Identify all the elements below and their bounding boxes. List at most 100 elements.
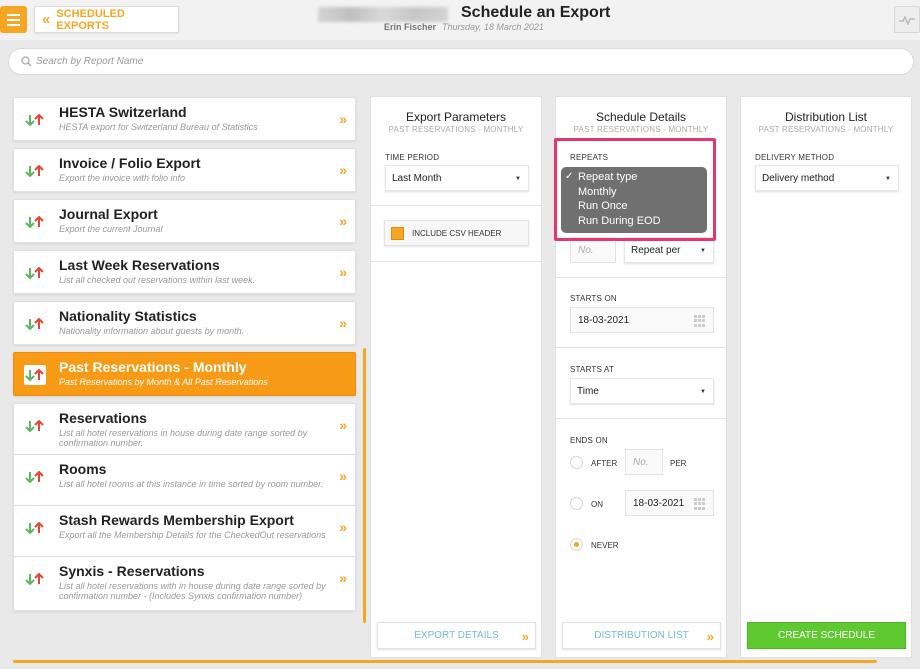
caret-down-icon: ▼	[885, 176, 891, 182]
double-chevron-right-icon: »	[339, 519, 347, 535]
ends-never-radio[interactable]	[570, 538, 583, 551]
double-chevron-right-icon: »	[339, 111, 347, 127]
horizontal-scrollbar[interactable]	[13, 660, 877, 663]
checkmark-icon: ✓	[565, 171, 574, 182]
ends-on-date-input[interactable]: 18-03-2021	[625, 490, 714, 516]
report-item[interactable]: Invoice / Folio Export Export the invoice…	[13, 148, 356, 192]
report-description: Export the invoice with folio info	[59, 173, 186, 183]
report-description: List all hotel reservations with in hous…	[59, 581, 326, 601]
starts-on-date-input[interactable]: 18-03-2021	[570, 307, 714, 333]
report-item[interactable]: Journal Export Export the current Journal…	[13, 199, 356, 243]
delivery-method-select[interactable]: Delivery method ▼	[755, 165, 899, 191]
time-period-label: TIME PERIOD	[385, 153, 440, 162]
report-name: Synxis - Reservations	[59, 563, 205, 579]
calendar-icon[interactable]	[694, 498, 707, 510]
report-description: Past Reservations by Month & All Past Re…	[59, 377, 268, 387]
distribution-list-button[interactable]: DISTRIBUTION LIST »	[562, 622, 721, 649]
search-icon	[21, 56, 32, 67]
double-chevron-right-icon: »	[339, 468, 347, 484]
report-description: HESTA export for Switzerland Bureau of S…	[59, 122, 258, 132]
create-schedule-button[interactable]: CREATE SCHEDULE	[747, 622, 906, 649]
panel-title: Export Parameters	[405, 110, 507, 124]
starts-on-label: STARTS ON	[570, 294, 617, 303]
page-title: Schedule an Export	[461, 4, 611, 21]
repeat-option[interactable]: Run Once	[561, 199, 707, 214]
delivery-method-label: DELIVERY METHOD	[755, 153, 835, 162]
divider	[556, 277, 726, 278]
search-bar[interactable]	[8, 48, 914, 75]
panel-subtitle: PAST RESERVATIONS - MONTHLY	[573, 125, 709, 134]
double-chevron-right-icon: »	[339, 570, 347, 586]
export-details-button[interactable]: EXPORT DETAILS »	[377, 622, 536, 649]
panel-title: Schedule Details	[595, 110, 687, 124]
per-label: PER	[670, 459, 687, 468]
scheduled-exports-back-button[interactable]: « SCHEDULED EXPORTS	[34, 6, 179, 33]
calendar-icon[interactable]	[694, 315, 707, 327]
report-item[interactable]: Past Reservations - Monthly Past Reservat…	[13, 352, 356, 396]
distribution-list-panel: Distribution List PAST RESERVATIONS - MO…	[740, 96, 912, 658]
report-item[interactable]: HESTA Switzerland HESTA export for Switze…	[13, 97, 356, 141]
sort-arrows-icon	[25, 470, 47, 484]
ends-after-radio[interactable]	[570, 456, 583, 469]
repeat-option[interactable]: Run During EOD	[561, 214, 707, 229]
after-label: AFTER	[591, 459, 618, 468]
search-input[interactable]	[36, 56, 836, 67]
list-scrollbar[interactable]	[363, 348, 366, 623]
report-name: Journal Export	[59, 206, 158, 222]
panel-title: Distribution List	[784, 110, 868, 124]
divider	[371, 205, 541, 206]
caret-down-icon: ▼	[515, 176, 521, 182]
ends-on-radio[interactable]	[570, 497, 583, 510]
sort-arrows-icon	[25, 317, 47, 331]
double-chevron-right-icon: »	[339, 213, 347, 229]
repeat-type-dropdown[interactable]: ✓ Repeat type Monthly Run Once Run During…	[561, 167, 707, 233]
menu-icon[interactable]	[0, 6, 27, 33]
divider	[556, 418, 726, 419]
sort-arrows-icon	[24, 365, 46, 385]
report-item[interactable]: Rooms List all hotel rooms at this instan…	[13, 454, 356, 506]
report-item[interactable]: Synxis - Reservations List all hotel rese…	[13, 556, 356, 611]
double-chevron-right-icon: »	[339, 315, 347, 331]
report-item[interactable]: Last Week Reservations List all checked o…	[13, 250, 356, 294]
report-name: Last Week Reservations	[59, 257, 220, 273]
double-chevron-right-icon: »	[339, 417, 347, 433]
ends-on-label: ENDS ON	[570, 436, 608, 445]
divider	[371, 261, 541, 262]
include-csv-header-checkbox[interactable]: INCLUDE CSV HEADER	[384, 220, 529, 246]
on-label: ON	[591, 500, 603, 509]
report-description: Export the current Journal	[59, 224, 163, 234]
report-name: HESTA Switzerland	[59, 104, 187, 120]
double-chevron-right-icon: »	[521, 629, 529, 644]
report-item[interactable]: Nationality Statistics Nationality inform…	[13, 301, 356, 345]
repeat-option[interactable]: ✓ Repeat type	[561, 170, 707, 185]
repeat-option[interactable]: Monthly	[561, 185, 707, 200]
sort-arrows-icon	[25, 572, 47, 586]
export-parameters-panel: Export Parameters PAST RESERVATIONS - MO…	[370, 96, 542, 658]
panel-subtitle: PAST RESERVATIONS - MONTHLY	[388, 125, 524, 134]
starts-at-label: STARTS AT	[570, 365, 615, 374]
sort-arrows-icon	[25, 266, 47, 280]
report-name: Rooms	[59, 461, 107, 477]
report-item[interactable]: Stash Rewards Membership Export Export al…	[13, 505, 356, 557]
time-period-select[interactable]: Last Month ▼	[385, 165, 529, 191]
report-description: Export all the Membership Details for th…	[59, 530, 326, 540]
report-description: Nationality information about guests by …	[59, 326, 245, 336]
checkbox-icon	[391, 226, 404, 240]
ends-after-count-input[interactable]: No.	[625, 449, 663, 475]
caret-down-icon: ▼	[700, 248, 706, 254]
sort-arrows-icon	[25, 113, 47, 127]
report-description: List all checked out reservations within…	[59, 275, 256, 285]
divider	[556, 347, 726, 348]
starts-at-time-select[interactable]: Time ▼	[570, 378, 714, 404]
double-chevron-right-icon: »	[339, 162, 347, 178]
caret-down-icon: ▼	[700, 389, 706, 395]
user-name: Erin Fischer	[384, 22, 437, 32]
report-item[interactable]: Reservations List all hotel reservations …	[13, 403, 356, 455]
blurred-hotel-name	[318, 7, 448, 22]
sort-arrows-icon	[25, 215, 47, 229]
activity-icon[interactable]	[894, 6, 920, 33]
report-description: List all hotel rooms at this instance in…	[59, 479, 324, 489]
report-name: Invoice / Folio Export	[59, 155, 201, 171]
double-chevron-left-icon: «	[42, 11, 51, 28]
never-label: NEVER	[591, 541, 619, 550]
